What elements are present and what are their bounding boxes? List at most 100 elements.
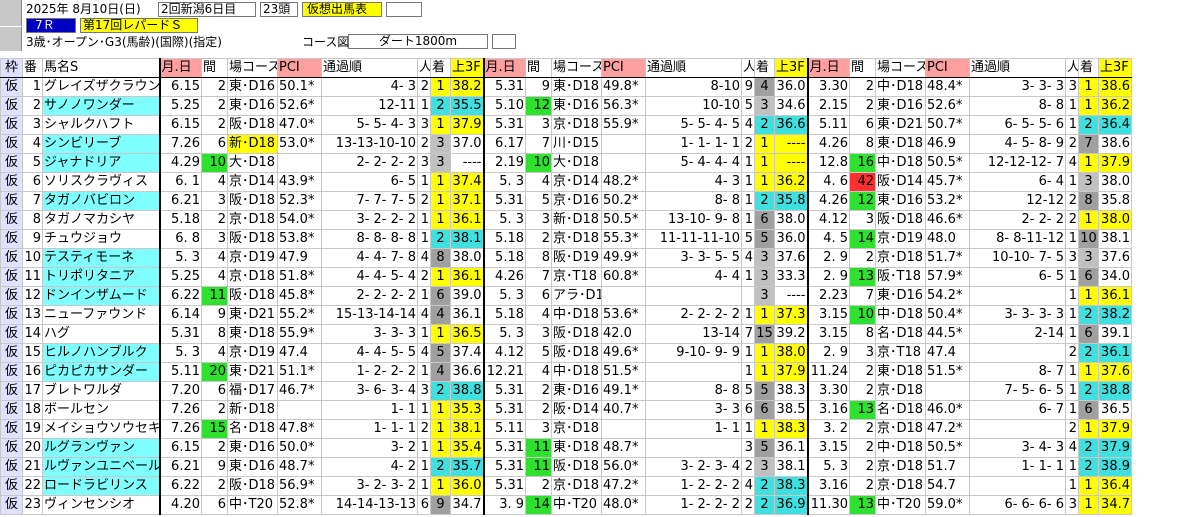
col-header-interval[interactable]: 間 bbox=[849, 58, 876, 78]
race-date-cell: 12.21 bbox=[482, 362, 526, 382]
popularity-cell: 1 bbox=[1065, 457, 1079, 477]
col-header-popularity[interactable]: 人 bbox=[1065, 58, 1079, 78]
finish-cell: 1 bbox=[430, 191, 451, 211]
col-header-finish[interactable]: 着 bbox=[754, 58, 775, 78]
horse-name[interactable]: ヒルノハンブルク bbox=[42, 343, 160, 363]
umaban-cell: 11 bbox=[22, 267, 43, 287]
table-row[interactable]: 仮 18 ボールセン 7.26 2 新･D18 1- 1 1 1 35.3 5.31 2 阪･D14 40… bbox=[0, 400, 1132, 420]
table-row[interactable]: 仮 10 テスティモーネ 5. 3 4 京･D19 47.9 4- 4- 7- 8 4 8 38.0… bbox=[0, 248, 1132, 268]
table-row[interactable]: 仮 6 ソリスクラヴィス 6. 1 4 京･D14 43.9* 6- 5 1 1 37.4 5. 34… bbox=[0, 172, 1132, 192]
col-header-course[interactable]: 場コース bbox=[875, 58, 926, 78]
horse-name[interactable]: メイショウソウセキ bbox=[42, 419, 160, 439]
horse-name[interactable]: タガノマカシヤ bbox=[42, 210, 160, 230]
table-row[interactable]: 仮 16 ピカピカサンダー 5.11 20 東･D21 51.1* 1- 2- 2- 2143… bbox=[0, 362, 1132, 382]
horse-name[interactable]: ニューファウンド bbox=[42, 305, 160, 325]
horse-name[interactable]: トリポリタニア bbox=[42, 267, 160, 287]
pci-cell: 47.2* bbox=[601, 476, 646, 496]
passing-order-cell: 6- 5 bbox=[321, 172, 418, 192]
col-header-horse-name[interactable]: 馬名S bbox=[42, 58, 160, 78]
table-row[interactable]: 仮 11 トリポリタニア 5.25 4 京･D18 51.8* 4- 4- 5- 4 2 1 36.… bbox=[0, 267, 1132, 287]
table-row[interactable]: 仮 1 グレイズザクラウン 6.15 2 東･D16 50.1* 4- 3 2 1 38.2 5.31… bbox=[0, 77, 1132, 97]
col-header-umaban[interactable]: 番 bbox=[22, 58, 43, 78]
horse-name[interactable]: ルヴァンユニベール bbox=[42, 457, 160, 477]
table-row[interactable]: 仮 21 ルヴァンユニベール 6.21 9 東･D16 48.7* 4- 2 1 2 35.7 5.3… bbox=[0, 457, 1132, 477]
table-row[interactable]: 仮 20 ルグランヴァン 6.15 2 東･D16 50.0* 3- 2 1 1 35.4 5.31 1… bbox=[0, 438, 1132, 458]
course-cell: 大･D18 bbox=[551, 153, 602, 173]
col-header-interval[interactable]: 間 bbox=[201, 58, 228, 78]
horse-name[interactable]: サノノワンダー bbox=[42, 96, 160, 116]
col-header-course[interactable]: 場コース bbox=[551, 58, 602, 78]
col-header-date[interactable]: 月.日 bbox=[806, 58, 850, 78]
col-header-date[interactable]: 月.日 bbox=[158, 58, 202, 78]
col-header-waku[interactable]: 枠 bbox=[0, 58, 23, 78]
finish-cell: 1 bbox=[430, 77, 451, 97]
last3f-cell: 38.0 bbox=[1098, 210, 1132, 230]
last3f-cell: 36.1 bbox=[1098, 343, 1132, 363]
col-header-pci[interactable]: PCI bbox=[601, 58, 646, 78]
col-header-pci[interactable]: PCI bbox=[277, 58, 322, 78]
col-header-interval[interactable]: 間 bbox=[525, 58, 552, 78]
table-row[interactable]: 仮 23 ヴィンセンシオ 4.20 6 中･T20 52.8* 14-14-13-13 6 9 34… bbox=[0, 495, 1132, 515]
popularity-cell: 1 bbox=[417, 172, 431, 192]
finish-cell: 10 bbox=[1078, 229, 1099, 249]
race-date-cell: 11.24 bbox=[806, 362, 850, 382]
table-row[interactable]: 仮 2 サノノワンダー 5.25 2 東･D16 52.6* 12-11 1 2 35.5 5.10 1… bbox=[0, 96, 1132, 116]
horse-name[interactable]: ハグ bbox=[42, 324, 160, 344]
horse-name[interactable]: ドンインザムード bbox=[42, 286, 160, 306]
scroll-down-button[interactable] bbox=[0, 27, 22, 51]
col-header-finish[interactable]: 着 bbox=[1078, 58, 1099, 78]
horse-name[interactable]: チュウジョウ bbox=[42, 229, 160, 249]
horse-name[interactable]: ロードラビリンス bbox=[42, 476, 160, 496]
horse-name[interactable]: ヴィンセンシオ bbox=[42, 495, 160, 515]
horse-name[interactable]: ブレトワルダ bbox=[42, 381, 160, 401]
horse-name[interactable]: グレイズザクラウン bbox=[42, 77, 160, 97]
table-row[interactable]: 仮 15 ヒルノハンブルク 5. 3 4 京･D19 47.4 4- 4- 5- 5 4 5 37.… bbox=[0, 343, 1132, 363]
horse-name[interactable]: ルグランヴァン bbox=[42, 438, 160, 458]
course-map-label[interactable]: コース図 bbox=[302, 35, 349, 50]
race-date-cell: 4. 5 bbox=[806, 229, 850, 249]
table-row[interactable]: 仮 7 タガノバビロン 6.21 3 阪･D18 52.3* 7- 7- 7- 5 2 1 37.1… bbox=[0, 191, 1132, 211]
col-header-course[interactable]: 場コース bbox=[227, 58, 278, 78]
col-header-passing[interactable]: 通過順 bbox=[645, 58, 742, 78]
col-header-finish[interactable]: 着 bbox=[430, 58, 451, 78]
race-date-cell: 7.26 bbox=[158, 400, 202, 420]
table-row[interactable]: 仮 4 シンビリーブ 7.26 6 新･D18 53.0* 13-13-10-10 2 3 37.0… bbox=[0, 134, 1132, 154]
horse-name[interactable]: タガノバビロン bbox=[42, 191, 160, 211]
table-row[interactable]: 仮 19 メイショウソウセキ 7.26 15 名･D18 47.8* 1- 1- 1 2 1 38.… bbox=[0, 419, 1132, 439]
table-row[interactable]: 仮 12 ドンインザムード 6.22 11 阪･D18 45.8* 2- 2- 2- 2163… bbox=[0, 286, 1132, 306]
col-header-last3f[interactable]: 上3F bbox=[450, 58, 484, 78]
scroll-up-button[interactable] bbox=[0, 0, 22, 26]
col-header-popularity[interactable]: 人 bbox=[741, 58, 755, 78]
col-header-passing[interactable]: 通過順 bbox=[969, 58, 1066, 78]
horse-name[interactable]: シンビリーブ bbox=[42, 134, 160, 154]
table-row[interactable]: 仮 17 ブレトワルダ 7.20 6 福･D17 46.7* 3- 6- 3- 4 3 2 38.8… bbox=[0, 381, 1132, 401]
col-header-popularity[interactable]: 人 bbox=[417, 58, 431, 78]
horse-name[interactable]: ボールセン bbox=[42, 400, 160, 420]
col-header-last3f[interactable]: 上3F bbox=[1098, 58, 1132, 78]
course-cell: 福･D17 bbox=[227, 381, 278, 401]
horse-name[interactable]: シャルクハフト bbox=[42, 115, 160, 135]
course-cell: 京･D18 bbox=[551, 115, 602, 135]
passing-order-cell: 10-10- 7- 5 bbox=[969, 248, 1066, 268]
horse-name[interactable]: テスティモーネ bbox=[42, 248, 160, 268]
table-row[interactable]: 仮 14 ハグ 5.31 8 東･D18 55.9* 3- 3- 3 1 1 36.5 5. 3 3 阪･… bbox=[0, 324, 1132, 344]
interval-cell: 2 bbox=[525, 229, 552, 249]
course-cell: 大･D18 bbox=[227, 153, 278, 173]
table-row[interactable]: 仮 8 タガノマカシヤ 5.18 2 京･D18 54.0* 3- 2- 2- 2 1 1 36.1… bbox=[0, 210, 1132, 230]
pci-cell: 52.6* bbox=[277, 96, 322, 116]
table-row[interactable]: 仮 22 ロードラビリンス 6.22 2 阪･D18 56.9* 3- 2- 3- 2 1 1 36… bbox=[0, 476, 1132, 496]
race-date-cell: 7.26 bbox=[158, 419, 202, 439]
horse-name[interactable]: ピカピカサンダー bbox=[42, 362, 160, 382]
table-row[interactable]: 仮 13 ニューファウンド 6.14 9 東･D21 55.2* 15-13-14-14 4 4 3… bbox=[0, 305, 1132, 325]
horse-name[interactable]: ジャナドリア bbox=[42, 153, 160, 173]
col-header-date[interactable]: 月.日 bbox=[482, 58, 526, 78]
table-row[interactable]: 仮 5 ジャナドリア 4.29 10 大･D18 2- 2- 2- 2 3 3 ---- 2.19 1… bbox=[0, 153, 1132, 173]
table-row[interactable]: 仮 9 チュウジョウ 6. 8 3 阪･D18 53.8* 8- 8- 8- 8 1 2 38.1 5… bbox=[0, 229, 1132, 249]
popularity-cell: 3 bbox=[1065, 495, 1079, 515]
table-row[interactable]: 仮 3 シャルクハフト 6.15 2 阪･D18 47.0* 5- 5- 4- 3 3 1 37.9… bbox=[0, 115, 1132, 135]
horse-name[interactable]: ソリスクラヴィス bbox=[42, 172, 160, 192]
col-header-last3f[interactable]: 上3F bbox=[774, 58, 808, 78]
status-badge[interactable]: 仮想出馬表 bbox=[302, 2, 382, 17]
col-header-passing[interactable]: 通過順 bbox=[321, 58, 418, 78]
col-header-pci[interactable]: PCI bbox=[925, 58, 970, 78]
